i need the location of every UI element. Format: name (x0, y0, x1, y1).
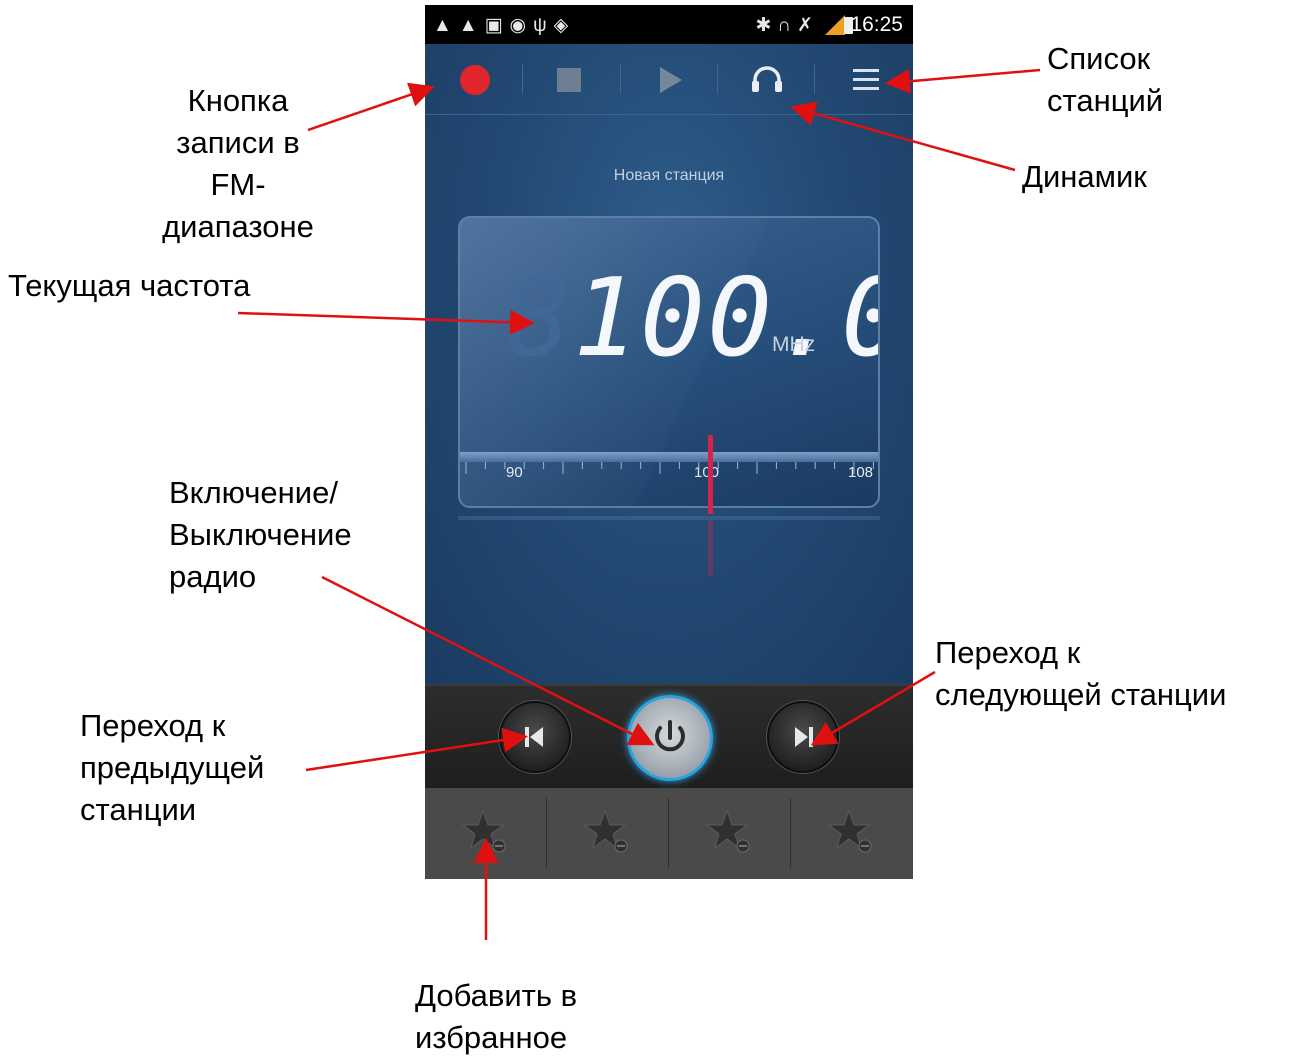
arrow-station-list (885, 68, 1041, 94)
arrow-speaker (790, 101, 1016, 172)
arrow-record-button (307, 82, 435, 132)
arrow-next-station (810, 670, 936, 746)
arrow-current-frequency (237, 309, 535, 335)
arrow-prev-station (305, 727, 528, 772)
arrow-power (321, 575, 655, 746)
annotation-arrows (237, 68, 1041, 940)
